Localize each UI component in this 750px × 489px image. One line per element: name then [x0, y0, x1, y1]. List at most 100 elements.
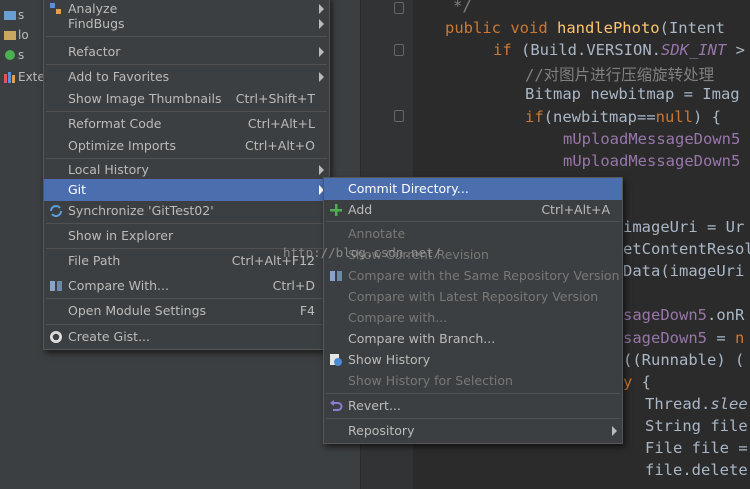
menu-item-optimize-imports[interactable]: Optimize Imports Ctrl+Alt+O — [44, 135, 329, 157]
menu-item-git[interactable]: Git — [44, 179, 329, 201]
code-token: SDK_INT — [660, 41, 727, 60]
menu-separator — [46, 324, 327, 325]
git-submenu: Commit Directory... Add Ctrl+Alt+A Annotate… — [323, 177, 623, 444]
code-line: //对图片进行压缩旋转处理 — [525, 63, 714, 85]
menu-item-revert[interactable]: Revert... — [324, 395, 622, 417]
menu-item-label: FindBugs — [68, 16, 125, 31]
menu-item-open-module-settings[interactable]: Open Module Settings F4 — [44, 300, 329, 322]
fold-marker[interactable] — [394, 110, 404, 122]
menu-item-label: Repository — [348, 423, 415, 438]
code-line: mUploadMessageDown5 — [563, 152, 740, 174]
code-token: .onR — [707, 306, 745, 325]
code-token: = — [707, 328, 735, 347]
code-token: null — [655, 107, 693, 126]
menu-item-label: Compare With... — [68, 278, 169, 293]
menu-shortcut: Ctrl+Alt+O — [245, 138, 315, 153]
menu-item-reformat-code[interactable]: Reformat Code Ctrl+Alt+L — [44, 113, 329, 135]
menu-item-add-to-favorites[interactable]: Add to Favorites — [44, 66, 329, 88]
menu-shortcut: Ctrl+D — [272, 278, 315, 293]
menu-item-local-history[interactable]: Local History — [44, 159, 329, 181]
code-line: ((Runnable) ( — [623, 351, 744, 373]
module-icon — [4, 49, 16, 61]
menu-item-commit-directory[interactable]: Commit Directory... — [324, 178, 622, 200]
code-token: //对图片进行压缩旋转处理 — [525, 66, 715, 85]
code-line: File file = — [645, 439, 748, 461]
menu-separator — [326, 221, 620, 222]
submenu-arrow-icon — [612, 426, 617, 436]
menu-item-label: Compare with... — [348, 310, 448, 325]
code-token: Bitmap newbitmap = Imag — [525, 85, 740, 104]
menu-shortcut: Ctrl+Alt+A — [541, 202, 610, 217]
menu-item-synchronize-gittest02[interactable]: Synchronize 'GitTest02' — [44, 200, 329, 222]
menu-separator — [46, 64, 327, 65]
submenu-arrow-icon — [319, 165, 324, 175]
menu-item-add[interactable]: Add Ctrl+Alt+A — [324, 199, 622, 221]
code-token: mUploadMessageDown5 — [563, 151, 741, 170]
code-token: public void — [445, 19, 557, 38]
menu-item-label: Annotate — [348, 226, 406, 241]
code-token: { — [632, 372, 652, 391]
menu-item-label: Compare with Latest Repository Version — [348, 289, 599, 304]
menu-item-show-history[interactable]: Show History — [324, 349, 622, 371]
code-token: slee — [710, 394, 748, 413]
menu-item-show-history-for-selection[interactable]: Show History for Selection — [324, 370, 622, 392]
fold-marker[interactable] — [394, 44, 404, 56]
menu-item-annotate[interactable]: Annotate — [324, 223, 622, 245]
code-token: > — [726, 41, 745, 60]
menu-item-label: Show in Explorer — [68, 228, 174, 243]
add-icon — [329, 203, 343, 217]
menu-item-label: Compare with the Same Repository Version — [348, 268, 620, 283]
menu-item-compare-with-latest-repository-version[interactable]: Compare with Latest Repository Version — [324, 286, 622, 308]
menu-item-label: Local History — [68, 162, 149, 177]
code-line: if(newbitmap==null) { — [525, 108, 721, 130]
code-token: handlePhoto — [556, 19, 660, 38]
folder-icon — [4, 29, 16, 41]
menu-separator — [46, 111, 327, 112]
code-line: */ — [453, 0, 472, 19]
code-token: String file — [645, 416, 748, 435]
code-line: public void handlePhoto(Intent — [445, 19, 725, 41]
code-line: file.delete — [645, 461, 748, 483]
menu-item-show-image-thumbnails[interactable]: Show Image Thumbnails Ctrl+Shift+T — [44, 88, 329, 110]
menu-item-label: Revert... — [348, 398, 401, 413]
menu-shortcut: Ctrl+Shift+T — [235, 91, 315, 106]
menu-item-show-in-explorer[interactable]: Show in Explorer — [44, 225, 329, 247]
code-token: Data(imageUri — [623, 262, 745, 281]
code-token: if — [493, 41, 521, 60]
menu-item-compare-with[interactable]: Compare with... — [324, 307, 622, 329]
menu-item-compare-with[interactable]: Compare With... Ctrl+D — [44, 275, 329, 297]
menu-item-findbugs[interactable]: FindBugs — [44, 13, 329, 35]
external-libraries-icon — [4, 71, 16, 83]
code-token: if — [525, 107, 544, 126]
fold-marker[interactable] — [394, 2, 404, 14]
code-token: n — [735, 328, 745, 347]
menu-item-label: Git — [68, 182, 87, 197]
project-tree-label: s — [18, 8, 25, 22]
code-line: y { — [623, 373, 651, 395]
code-token: file.delete — [645, 461, 748, 480]
menu-separator — [46, 36, 327, 37]
menu-item-label: Optimize Imports — [68, 138, 177, 153]
menu-item-refactor[interactable]: Refactor — [44, 41, 329, 63]
code-token: (newbitmap== — [543, 107, 656, 126]
menu-item-label: Add — [348, 202, 373, 217]
code-line: Data(imageUri — [623, 262, 744, 284]
menu-shortcut: Ctrl+Alt+L — [247, 116, 315, 131]
menu-item-label: Commit Directory... — [348, 181, 469, 196]
code-token: */ — [453, 0, 472, 15]
code-token: y — [623, 372, 633, 391]
code-line: Thread.slee — [645, 395, 748, 417]
menu-item-create-gist[interactable]: Create Gist... — [44, 326, 329, 348]
menu-item-compare-with-branch[interactable]: Compare with Branch... — [324, 328, 622, 350]
github-icon — [49, 330, 63, 344]
project-tree-label: lo — [18, 28, 29, 42]
code-token: etContentResol — [623, 240, 750, 259]
submenu-arrow-icon — [319, 47, 324, 57]
menu-separator — [326, 418, 620, 419]
menu-item-label: Refactor — [68, 44, 121, 59]
menu-item-compare-with-the-same-repository-version[interactable]: Compare with the Same Repository Version — [324, 265, 622, 287]
menu-item-label: File Path — [68, 253, 121, 268]
menu-item-repository[interactable]: Repository — [324, 420, 622, 442]
code-token: (Build.VERSION. — [521, 41, 661, 60]
sync-icon — [49, 204, 63, 218]
